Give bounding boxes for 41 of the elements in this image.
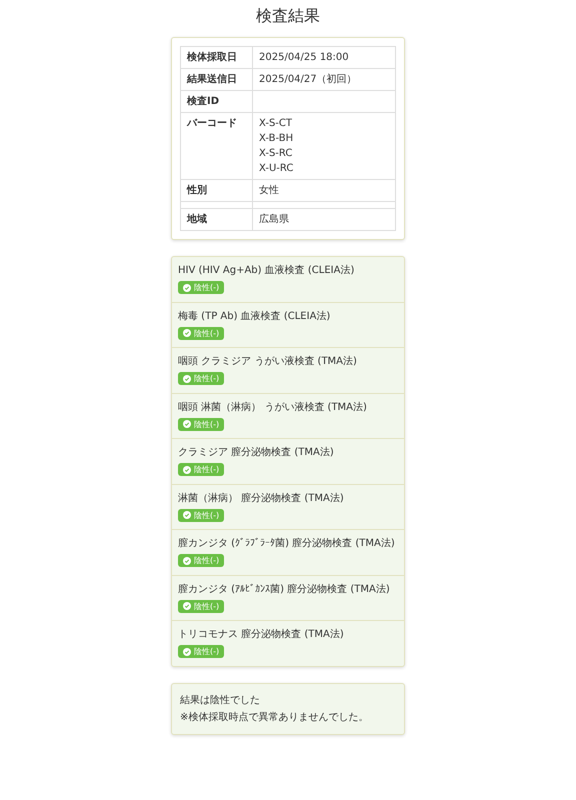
- field-value: 広島県: [252, 208, 396, 231]
- result-badge: 陰性(-): [178, 554, 224, 568]
- test-name: 膣カンジタ (ｸﾞﾗﾌﾞﾗｰﾀ菌) 膣分泌物検査 (TMA法): [178, 536, 396, 552]
- check-circle-icon: [183, 556, 191, 565]
- result-badge: 陰性(-): [178, 645, 224, 658]
- summary-text: ※検体採取時点で異常ありませんでした。: [180, 710, 370, 725]
- check-circle-icon: [183, 511, 191, 520]
- field-label: 地域: [180, 208, 252, 231]
- field-value: 2025/04/27（初回）: [252, 68, 396, 91]
- check-circle-icon: [183, 284, 191, 292]
- check-circle-icon: [183, 648, 191, 656]
- check-circle-icon: [183, 466, 191, 474]
- result-badge: 陰性(-): [178, 418, 224, 431]
- field-label: 検査ID: [180, 90, 252, 113]
- field-label: バーコード: [180, 112, 252, 180]
- field-value: 女性: [252, 180, 396, 202]
- test-name: HIV (HIV Ag+Ab) 血液検査 (CLEIA法): [178, 264, 356, 278]
- result-badge: 陰性(-): [178, 463, 224, 476]
- field-value: 2025/04/25 18:00: [252, 46, 396, 69]
- test-name: 咽頭 淋菌（淋病） うがい液検査 (TMA法): [178, 400, 368, 415]
- test-name: 梅毒 (TP Ab) 血液検査 (CLEIA法): [178, 310, 332, 324]
- field-value: X-S-CT X-B-BH X-S-RC X-U-RC: [252, 112, 396, 180]
- summary-text: 結果は陰性でした: [180, 694, 261, 708]
- result-badge: 陰性(-): [178, 508, 224, 522]
- page-title: 検査結果: [255, 6, 321, 26]
- check-circle-icon: [183, 420, 191, 428]
- test-name: クラミジア 膣分泌物検査 (TMA法): [178, 446, 335, 460]
- test-name: 咽頭 クラミジア うがい液検査 (TMA法): [178, 354, 358, 370]
- field-label: 検体採取日: [180, 46, 252, 69]
- result-badge: 陰性(-): [178, 281, 224, 294]
- result-badge: 陰性(-): [178, 372, 224, 386]
- field-label: 性別: [180, 180, 252, 202]
- result-badge: 陰性(-): [178, 600, 224, 613]
- test-name: トリコモナス 膣分泌物検査 (TMA法): [178, 628, 345, 642]
- test-name: 淋菌（淋病） 膣分泌物検査 (TMA法): [178, 492, 345, 506]
- field-label: 結果送信日: [180, 68, 252, 91]
- check-circle-icon: [183, 602, 191, 610]
- check-circle-icon: [183, 374, 191, 383]
- check-circle-icon: [183, 329, 191, 338]
- result-badge: 陰性(-): [178, 326, 224, 340]
- test-name: 膣カンジタ (ｱﾙﾋﾞｶﾝｽ菌) 膣分泌物検査 (TMA法): [178, 582, 391, 597]
